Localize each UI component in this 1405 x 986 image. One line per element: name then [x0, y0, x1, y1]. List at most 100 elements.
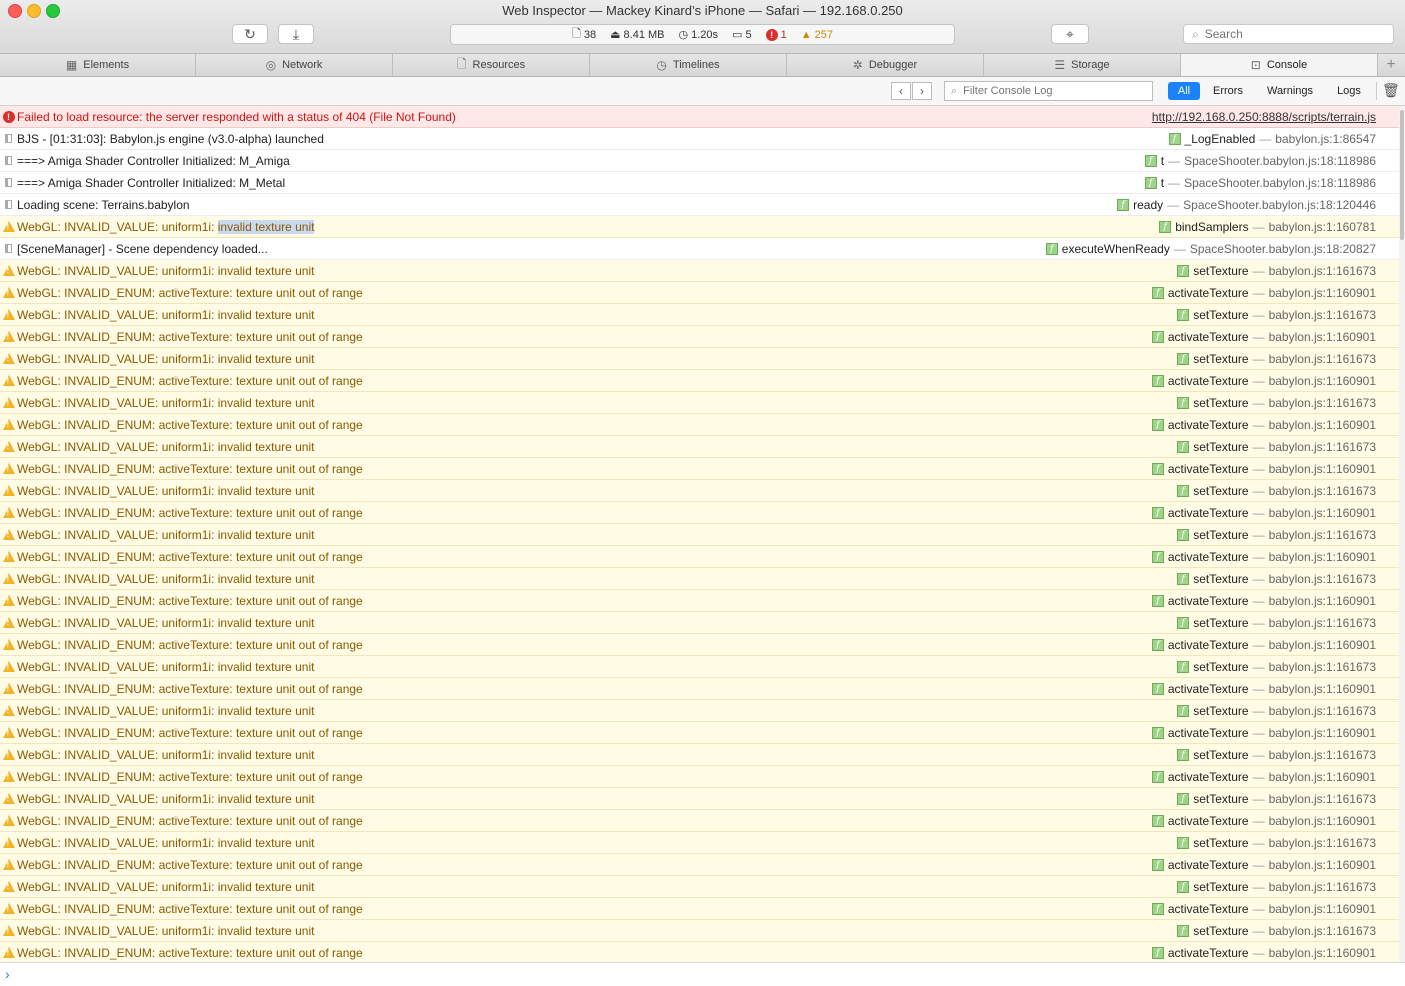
source-file-link[interactable]: babylon.js:1:160901 — [1269, 814, 1376, 828]
tab-console[interactable]: ⊡ Console — [1181, 54, 1378, 76]
load-time-status[interactable]: ◷ 1.20s — [679, 28, 719, 42]
console-warning-row[interactable]: WebGL: INVALID_VALUE: uniform1i: invalid… — [0, 392, 1399, 414]
warnings-count-status[interactable]: ▲ 257 — [801, 29, 833, 41]
source-location[interactable]: f activateTexture — babylon.js:1:160901 — [1151, 502, 1376, 523]
source-location[interactable]: f activateTexture — babylon.js:1:160901 — [1151, 766, 1376, 787]
source-location[interactable]: f activateTexture — babylon.js:1:160901 — [1151, 678, 1376, 699]
console-error-row[interactable]: ! Failed to load resource: the server res… — [0, 106, 1399, 128]
filter-console-field[interactable]: ⌕ — [944, 81, 1153, 101]
source-file-link[interactable]: babylon.js:1:160901 — [1269, 770, 1376, 784]
console-warning-row[interactable]: WebGL: INVALID_ENUM: activeTexture: text… — [0, 326, 1399, 348]
source-file-link[interactable]: SpaceShooter.babylon.js:18:118986 — [1184, 154, 1376, 168]
search-field[interactable]: ⌕ — [1183, 24, 1394, 44]
dashboard-status[interactable]: 🗋 38 ⏏ 8.41 MB ◷ 1.20s ▭ 5 ! 1 ▲ 257 — [450, 24, 955, 45]
source-file-link[interactable]: babylon.js:1:160901 — [1269, 462, 1376, 476]
filter-logs-button[interactable]: Logs — [1330, 82, 1368, 100]
next-button[interactable]: › — [912, 82, 932, 100]
source-file-link[interactable]: babylon.js:1:160901 — [1269, 726, 1376, 740]
source-file-link[interactable]: babylon.js:1:161673 — [1269, 616, 1376, 630]
source-file-link[interactable]: babylon.js:1:160901 — [1269, 946, 1376, 960]
source-location[interactable]: f activateTexture — babylon.js:1:160901 — [1151, 282, 1376, 303]
console-log[interactable]: ! Failed to load resource: the server res… — [0, 106, 1399, 962]
console-warning-row[interactable]: WebGL: INVALID_ENUM: activeTexture: text… — [0, 370, 1399, 392]
source-file-link[interactable]: babylon.js:1:160901 — [1269, 858, 1376, 872]
size-status[interactable]: ⏏ 8.41 MB — [610, 28, 664, 42]
source-file-link[interactable]: babylon.js:1:161673 — [1269, 792, 1376, 806]
source-file-link[interactable]: babylon.js:1:161673 — [1269, 704, 1376, 718]
source-location[interactable]: f activateTexture — babylon.js:1:160901 — [1151, 634, 1376, 655]
clear-console-button[interactable]: 🗑 — [1382, 82, 1400, 99]
filter-errors-button[interactable]: Errors — [1206, 82, 1250, 100]
source-file-link[interactable]: babylon.js:1:160901 — [1269, 286, 1376, 300]
console-warning-row[interactable]: WebGL: INVALID_ENUM: activeTexture: text… — [0, 458, 1399, 480]
console-warning-row[interactable]: WebGL: INVALID_VALUE: uniform1i: invalid… — [0, 920, 1399, 942]
source-location[interactable]: f setTexture — babylon.js:1:161673 — [1177, 876, 1376, 897]
console-warning-row[interactable]: WebGL: INVALID_ENUM: activeTexture: text… — [0, 590, 1399, 612]
source-location[interactable]: f activateTexture — babylon.js:1:160901 — [1151, 898, 1376, 919]
source-file-link[interactable]: babylon.js:1:161673 — [1269, 264, 1376, 278]
console-warning-row[interactable]: WebGL: INVALID_ENUM: activeTexture: text… — [0, 502, 1399, 524]
console-prompt[interactable]: › — [0, 962, 1405, 986]
tab-elements[interactable]: ▦ Elements — [0, 54, 196, 76]
source-location[interactable]: f activateTexture — babylon.js:1:160901 — [1151, 590, 1376, 611]
source-location[interactable]: f activateTexture — babylon.js:1:160901 — [1151, 370, 1376, 391]
source-location[interactable]: f setTexture — babylon.js:1:161673 — [1177, 392, 1376, 413]
source-location[interactable]: f activateTexture — babylon.js:1:160901 — [1151, 810, 1376, 831]
source-location[interactable]: f setTexture — babylon.js:1:161673 — [1177, 920, 1376, 941]
source-location[interactable]: f activateTexture — babylon.js:1:160901 — [1151, 854, 1376, 875]
console-warning-row[interactable]: WebGL: INVALID_VALUE: uniform1i: invalid… — [0, 304, 1399, 326]
source-file-link[interactable]: babylon.js:1:160901 — [1269, 330, 1376, 344]
source-file-link[interactable]: SpaceShooter.babylon.js:18:120446 — [1183, 198, 1376, 212]
console-warning-row[interactable]: WebGL: INVALID_ENUM: activeTexture: text… — [0, 282, 1399, 304]
source-location[interactable]: f t — SpaceShooter.babylon.js:18:118986 — [1144, 150, 1376, 171]
tab-network[interactable]: ◎ Network — [196, 54, 393, 76]
tab-debugger[interactable]: ✲ Debugger — [787, 54, 984, 76]
console-log-row[interactable]: ===> Amiga Shader Controller Initialized… — [0, 150, 1399, 172]
console-warning-row[interactable]: WebGL: INVALID_ENUM: activeTexture: text… — [0, 854, 1399, 876]
add-tab-button[interactable]: + — [1378, 54, 1404, 76]
console-warning-row[interactable]: WebGL: INVALID_ENUM: activeTexture: text… — [0, 810, 1399, 832]
console-log-row[interactable]: BJS - [01:31:03]: Babylon.js engine (v3.… — [0, 128, 1399, 150]
console-warning-row[interactable]: WebGL: INVALID_ENUM: activeTexture: text… — [0, 414, 1399, 436]
source-location[interactable]: f _LogEnabled — babylon.js:1:86547 — [1168, 128, 1376, 149]
source-file-link[interactable]: babylon.js:1:160901 — [1269, 638, 1376, 652]
source-location[interactable]: f ready — SpaceShooter.babylon.js:18:120446 — [1117, 194, 1376, 215]
console-log-row[interactable]: Loading scene: Terrains.babylon f ready — Sp… — [0, 194, 1399, 216]
source-location[interactable]: f setTexture — babylon.js:1:161673 — [1177, 348, 1376, 369]
console-warning-row[interactable]: WebGL: INVALID_ENUM: activeTexture: text… — [0, 634, 1399, 656]
source-location[interactable]: f activateTexture — babylon.js:1:160901 — [1151, 458, 1376, 479]
console-warning-row[interactable]: WebGL: INVALID_VALUE: uniform1i: invalid… — [0, 788, 1399, 810]
source-location[interactable]: f activateTexture — babylon.js:1:160901 — [1151, 722, 1376, 743]
source-file-link[interactable]: babylon.js:1:161673 — [1269, 660, 1376, 674]
console-warning-row[interactable]: WebGL: INVALID_VALUE: uniform1i: invalid… — [0, 612, 1399, 634]
source-file-link[interactable]: babylon.js:1:161673 — [1269, 440, 1376, 454]
tab-storage[interactable]: ☰ Storage — [984, 54, 1181, 76]
source-file-link[interactable]: babylon.js:1:160901 — [1269, 418, 1376, 432]
source-location[interactable]: f activateTexture — babylon.js:1:160901 — [1151, 414, 1376, 435]
source-file-link[interactable]: babylon.js:1:161673 — [1269, 352, 1376, 366]
logs-count-status[interactable]: ▭ 5 — [732, 28, 752, 42]
source-location[interactable]: f activateTexture — babylon.js:1:160901 — [1151, 546, 1376, 567]
console-warning-row[interactable]: WebGL: INVALID_VALUE: uniform1i: invalid… — [0, 656, 1399, 678]
log-scrollbar[interactable] — [1399, 106, 1405, 962]
filter-console-input[interactable] — [961, 84, 1136, 98]
console-warning-row[interactable]: WebGL: INVALID_VALUE: uniform1i: invalid… — [0, 568, 1399, 590]
console-warning-row[interactable]: WebGL: INVALID_VALUE: uniform1i: invalid… — [0, 524, 1399, 546]
source-location[interactable]: f setTexture — babylon.js:1:161673 — [1177, 744, 1376, 765]
console-log-row[interactable]: [SceneManager] - Scene dependency loaded… — [0, 238, 1399, 260]
console-warning-row[interactable]: WebGL: INVALID_ENUM: activeTexture: text… — [0, 942, 1399, 962]
console-warning-row[interactable]: WebGL: INVALID_VALUE: uniform1i: invalid… — [0, 436, 1399, 458]
console-warning-row[interactable]: WebGL: INVALID_ENUM: activeTexture: text… — [0, 898, 1399, 920]
source-file-link[interactable]: babylon.js:1:161673 — [1269, 308, 1376, 322]
source-file-link[interactable]: babylon.js:1:160901 — [1269, 374, 1376, 388]
scrollbar-thumb[interactable] — [1400, 110, 1404, 240]
source-file-link[interactable]: babylon.js:1:161673 — [1269, 572, 1376, 586]
source-location[interactable]: f setTexture — babylon.js:1:161673 — [1177, 832, 1376, 853]
source-location[interactable]: f setTexture — babylon.js:1:161673 — [1177, 788, 1376, 809]
console-warning-row[interactable]: WebGL: INVALID_ENUM: activeTexture: text… — [0, 678, 1399, 700]
source-file-link[interactable]: babylon.js:1:86547 — [1275, 132, 1376, 146]
tab-timelines[interactable]: ◷ Timelines — [590, 54, 787, 76]
source-file-link[interactable]: babylon.js:1:161673 — [1269, 484, 1376, 498]
console-warning-row[interactable]: WebGL: INVALID_VALUE: uniform1i: invalid… — [0, 744, 1399, 766]
source-file-link[interactable]: babylon.js:1:160901 — [1269, 550, 1376, 564]
